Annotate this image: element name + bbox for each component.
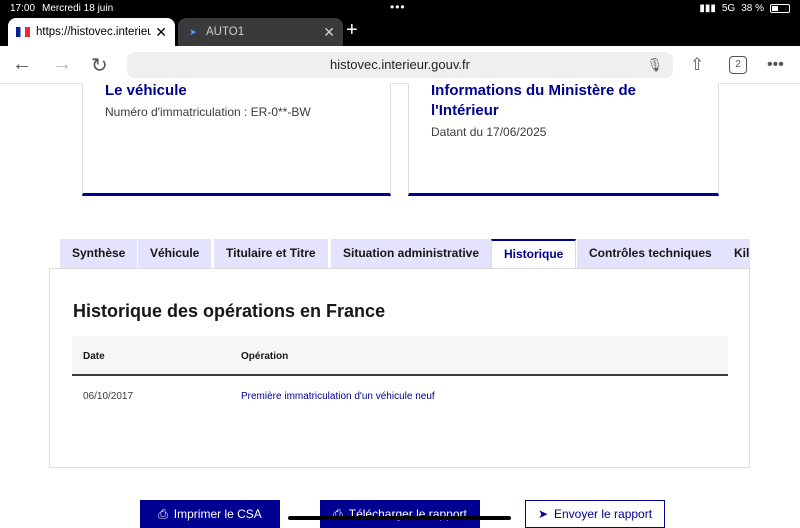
status-bar: 17:00 Mercredi 18 juin ••• ▮▮▮ 5G 38 % bbox=[0, 0, 800, 18]
download-report-button[interactable]: ⎙ Télécharger le rapport bbox=[320, 500, 480, 528]
table-row: 06/10/2017 Première immatriculation d'un… bbox=[72, 376, 728, 416]
status-date: Mercredi 18 juin bbox=[42, 3, 114, 14]
browser-tab-title: AUTO1 bbox=[206, 26, 245, 38]
reload-icon[interactable]: ↻ bbox=[91, 53, 108, 78]
forward-arrow-icon[interactable]: → bbox=[52, 53, 72, 76]
status-right: ▮▮▮ 5G 38 % bbox=[699, 3, 790, 14]
row-date: 06/10/2017 bbox=[83, 391, 134, 402]
vehicle-card-title: Le véhicule bbox=[105, 82, 187, 99]
history-title: Historique des opérations en France bbox=[73, 301, 386, 321]
ministry-card-title: Informations du Ministère de l'Intérieur bbox=[431, 82, 637, 119]
table-header: Date Opération bbox=[72, 336, 728, 376]
browser-tab-title: https://histovec.interieur.gouv.fr bbox=[36, 26, 152, 38]
tab-historique[interactable]: Historique bbox=[491, 239, 577, 268]
vehicle-card: Le véhicule Numéro d'immatriculation : E… bbox=[82, 82, 391, 196]
browser-chrome: 17:00 Mercredi 18 juin ••• ▮▮▮ 5G 38 % h… bbox=[0, 0, 800, 46]
tab-count-button[interactable]: 2 bbox=[729, 56, 747, 74]
french-flag-icon bbox=[16, 27, 30, 37]
close-tab-icon[interactable]: ✕ bbox=[323, 24, 335, 41]
new-tab-icon[interactable]: + bbox=[346, 19, 358, 42]
battery-icon bbox=[770, 4, 790, 13]
status-time: 17:00 bbox=[10, 3, 36, 14]
share-icon[interactable]: ⇧ bbox=[690, 55, 704, 75]
print-csa-label: Imprimer le CSA bbox=[173, 507, 262, 521]
tab-titulaire-titre[interactable]: Titulaire et Titre bbox=[214, 239, 328, 268]
printer-icon: ⎙ bbox=[158, 506, 168, 521]
tab-vehicule[interactable]: Véhicule bbox=[138, 239, 212, 268]
network-type: 5G bbox=[721, 3, 736, 14]
column-operation: Opération bbox=[241, 351, 289, 362]
ministry-card: Informations du Ministère de l'Intérieur… bbox=[408, 82, 719, 196]
signal-icon: ▮▮▮ bbox=[699, 3, 716, 14]
multitasking-dots-icon[interactable]: ••• bbox=[390, 0, 406, 14]
tab-situation-administrative[interactable]: Situation administrative bbox=[331, 239, 492, 268]
address-bar[interactable]: histovec.interieur.gouv.fr 🎙 bbox=[127, 52, 673, 78]
close-tab-icon[interactable]: ✕ bbox=[155, 24, 167, 41]
battery-percent: 38 % bbox=[741, 3, 764, 14]
row-operation: Première immatriculation d'un véhicule n… bbox=[241, 391, 435, 402]
send-report-button[interactable]: ➤ Envoyer le rapport bbox=[525, 500, 665, 528]
print-csa-button[interactable]: ⎙ Imprimer le CSA bbox=[140, 500, 280, 528]
more-options-icon[interactable]: ••• bbox=[767, 56, 784, 74]
send-report-label: Envoyer le rapport bbox=[554, 507, 653, 521]
browser-tab-histovec[interactable]: https://histovec.interieur.gouv.fr ✕ bbox=[8, 18, 175, 46]
tab-controles-techniques[interactable]: Contrôles techniques bbox=[577, 239, 724, 268]
page-content: Le véhicule Numéro d'immatriculation : E… bbox=[0, 82, 800, 528]
column-date: Date bbox=[83, 351, 105, 362]
browser-toolbar: ← → ↻ histovec.interieur.gouv.fr 🎙 ⇧ 2 •… bbox=[0, 46, 800, 84]
tab-kilometrage[interactable]: Kilométrage bbox=[722, 239, 750, 268]
url-text: histovec.interieur.gouv.fr bbox=[330, 57, 470, 72]
tab-synthese[interactable]: Synthèse bbox=[60, 239, 138, 268]
auto1-icon: ➤ bbox=[189, 27, 197, 37]
home-indicator[interactable] bbox=[288, 516, 511, 520]
data-date: Datant du 17/06/2025 bbox=[431, 125, 547, 139]
back-arrow-icon[interactable]: ← bbox=[12, 53, 32, 76]
registration-number: Numéro d'immatriculation : ER-0**-BW bbox=[105, 105, 311, 119]
browser-tab-auto1[interactable]: ➤ AUTO1 ✕ bbox=[178, 18, 343, 46]
microphone-icon[interactable]: 🎙 bbox=[646, 52, 663, 78]
section-tabs: Synthèse Véhicule Titulaire et Titre Sit… bbox=[60, 239, 750, 268]
send-icon: ➤ bbox=[537, 507, 548, 521]
history-panel: Historique des opérations en France Date… bbox=[49, 268, 750, 468]
